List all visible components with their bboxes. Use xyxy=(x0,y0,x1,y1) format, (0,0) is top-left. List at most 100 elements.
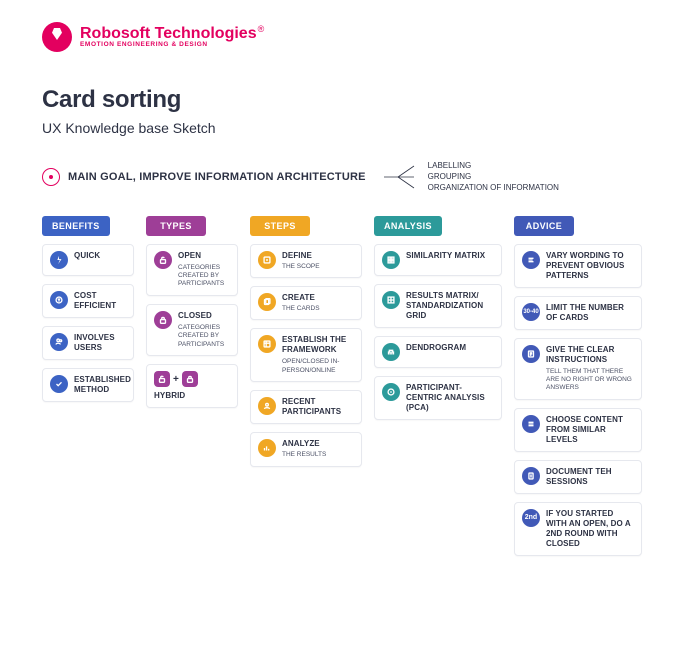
bracket-icon xyxy=(382,162,416,192)
goal-item: LABELLING xyxy=(428,160,559,171)
card-title: OPEN xyxy=(178,251,230,261)
logo-mark-icon xyxy=(42,22,72,52)
main-goal-row: MAIN GOAL, IMPROVE INFORMATION ARCHITECT… xyxy=(42,160,658,194)
check-icon xyxy=(50,375,68,393)
card-title: IF YOU STARTED WITH AN OPEN, DO A 2ND RO… xyxy=(546,509,634,549)
dendrogram-icon xyxy=(382,343,400,361)
unlock-icon xyxy=(154,251,172,269)
advice-card: 30-40 LIMIT THE NUMBER OF CARDS xyxy=(514,296,642,330)
card-title: INVOLVES USERS xyxy=(74,333,126,353)
type-card: OPEN CATEGORIES CREATED BY PARTICIPANTS xyxy=(146,244,238,296)
levels-icon xyxy=(522,415,540,433)
type-card: + HYBRID xyxy=(146,364,238,408)
unlock-icon xyxy=(154,371,170,387)
card-title: QUICK xyxy=(74,251,100,261)
brand-logo: Robosoft Technologies® EMOTION ENGINEERI… xyxy=(42,22,658,52)
instructions-icon xyxy=(522,345,540,363)
advice-card: DOCUMENT TEH SESSIONS xyxy=(514,460,642,494)
cards-icon xyxy=(258,293,276,311)
column-benefits: BENEFITS QUICK COST EFFICIENT INVOLVES U… xyxy=(42,216,134,402)
column-header-types: TYPES xyxy=(146,216,206,236)
card-title: GIVE THE CLEAR INSTRUCTIONS xyxy=(546,345,634,365)
analysis-card: RESULTS MATRIX/ STANDARDIZATION GRID xyxy=(374,284,502,328)
step-card: RECENT PARTICIPANTS xyxy=(250,390,362,424)
card-title: ESTABLISH THE FRAMEWORK xyxy=(282,335,354,355)
advice-card: VARY WORDING TO PREVENT OBVIOUS PATTERNS xyxy=(514,244,642,288)
card-title: COST EFFICIENT xyxy=(74,291,126,311)
grid-icon xyxy=(382,291,400,309)
column-advice: ADVICE VARY WORDING TO PREVENT OBVIOUS P… xyxy=(514,216,642,556)
bolt-icon xyxy=(50,251,68,269)
coin-icon xyxy=(50,291,68,309)
card-sub: TELL THEM THAT THERE ARE NO RIGHT OR WRO… xyxy=(546,368,634,393)
framework-icon xyxy=(258,335,276,353)
document-icon xyxy=(522,467,540,485)
card-title: LIMIT THE NUMBER OF CARDS xyxy=(546,303,634,323)
logo-title: Robosoft Technologies xyxy=(80,25,257,42)
step-card: CREATE THE CARDS xyxy=(250,286,362,320)
goal-items-list: LABELLING GROUPING ORGANIZATION OF INFOR… xyxy=(428,160,559,194)
scope-icon xyxy=(258,251,276,269)
card-title: ANALYZE xyxy=(282,439,326,449)
advice-card: CHOOSE CONTENT FROM SIMILAR LEVELS xyxy=(514,408,642,452)
card-sub: OPEN/CLOSED IN-PERSON/ONLINE xyxy=(282,358,354,375)
lock-icon xyxy=(182,371,198,387)
card-title: DENDROGRAM xyxy=(406,343,466,353)
goal-item: GROUPING xyxy=(428,171,559,182)
users-icon xyxy=(50,333,68,351)
card-title: DOCUMENT TEH SESSIONS xyxy=(546,467,634,487)
second-round-icon: 2nd xyxy=(522,509,540,527)
card-title: CHOOSE CONTENT FROM SIMILAR LEVELS xyxy=(546,415,634,445)
card-title: CREATE xyxy=(282,293,320,303)
column-analysis: ANALYSIS SIMILARITY MATRIX RESULTS MATRI… xyxy=(374,216,502,420)
column-steps: STEPS DEFINE THE SCOPE CREATE THE CARDS … xyxy=(250,216,362,467)
card-sub: THE RESULTS xyxy=(282,451,326,459)
benefit-card: COST EFFICIENT xyxy=(42,284,134,318)
type-card: CLOSED CATEGORIES CREATED BY PARTICIPANT… xyxy=(146,304,238,356)
benefit-card: QUICK xyxy=(42,244,134,276)
card-title: PARTICIPANT-CENTRIC ANALYSIS (PCA) xyxy=(406,383,494,413)
analysis-card: SIMILARITY MATRIX xyxy=(374,244,502,276)
lock-icon xyxy=(154,311,172,329)
step-card: DEFINE THE SCOPE xyxy=(250,244,362,278)
card-sub: THE CARDS xyxy=(282,305,320,313)
card-title: SIMILARITY MATRIX xyxy=(406,251,485,261)
benefit-card: ESTABLISHED METHOD xyxy=(42,368,134,402)
column-header-steps: STEPS xyxy=(250,216,310,236)
analyze-icon xyxy=(258,439,276,457)
analysis-card: PARTICIPANT-CENTRIC ANALYSIS (PCA) xyxy=(374,376,502,420)
advice-card: 2nd IF YOU STARTED WITH AN OPEN, DO A 2N… xyxy=(514,502,642,556)
benefit-card: INVOLVES USERS xyxy=(42,326,134,360)
limit-icon: 30-40 xyxy=(522,303,540,321)
analysis-card: DENDROGRAM xyxy=(374,336,502,368)
page-subtitle: UX Knowledge base Sketch xyxy=(42,120,658,136)
text-icon xyxy=(522,251,540,269)
target-icon xyxy=(42,168,60,186)
advice-card: GIVE THE CLEAR INSTRUCTIONS TELL THEM TH… xyxy=(514,338,642,400)
pca-icon xyxy=(382,383,400,401)
column-types: TYPES OPEN CATEGORIES CREATED BY PARTICI… xyxy=(146,216,238,409)
matrix-icon xyxy=(382,251,400,269)
card-title: RESULTS MATRIX/ STANDARDIZATION GRID xyxy=(406,291,494,321)
column-header-analysis: ANALYSIS xyxy=(374,216,442,236)
card-title: VARY WORDING TO PREVENT OBVIOUS PATTERNS xyxy=(546,251,634,281)
step-card: ESTABLISH THE FRAMEWORK OPEN/CLOSED IN-P… xyxy=(250,328,362,382)
logo-subtitle: EMOTION ENGINEERING & DESIGN xyxy=(80,42,264,49)
card-title: RECENT PARTICIPANTS xyxy=(282,397,354,417)
goal-item: ORGANIZATION OF INFORMATION xyxy=(428,182,559,193)
plus-icon: + xyxy=(173,374,179,385)
logo-registered: ® xyxy=(258,24,265,34)
main-goal-text: MAIN GOAL, IMPROVE INFORMATION ARCHITECT… xyxy=(68,171,366,183)
card-title: CLOSED xyxy=(178,311,230,321)
card-sub: CATEGORIES CREATED BY PARTICIPANTS xyxy=(178,324,230,349)
card-title: ESTABLISHED METHOD xyxy=(74,375,126,395)
column-header-benefits: BENEFITS xyxy=(42,216,110,236)
page-title: Card sorting xyxy=(42,86,658,114)
column-header-advice: ADVICE xyxy=(514,216,574,236)
card-title: DEFINE xyxy=(282,251,320,261)
step-card: ANALYZE THE RESULTS xyxy=(250,432,362,466)
card-title: HYBRID xyxy=(154,391,198,401)
participants-icon xyxy=(258,397,276,415)
card-sub: CATEGORIES CREATED BY PARTICIPANTS xyxy=(178,264,230,289)
card-sub: THE SCOPE xyxy=(282,263,320,271)
